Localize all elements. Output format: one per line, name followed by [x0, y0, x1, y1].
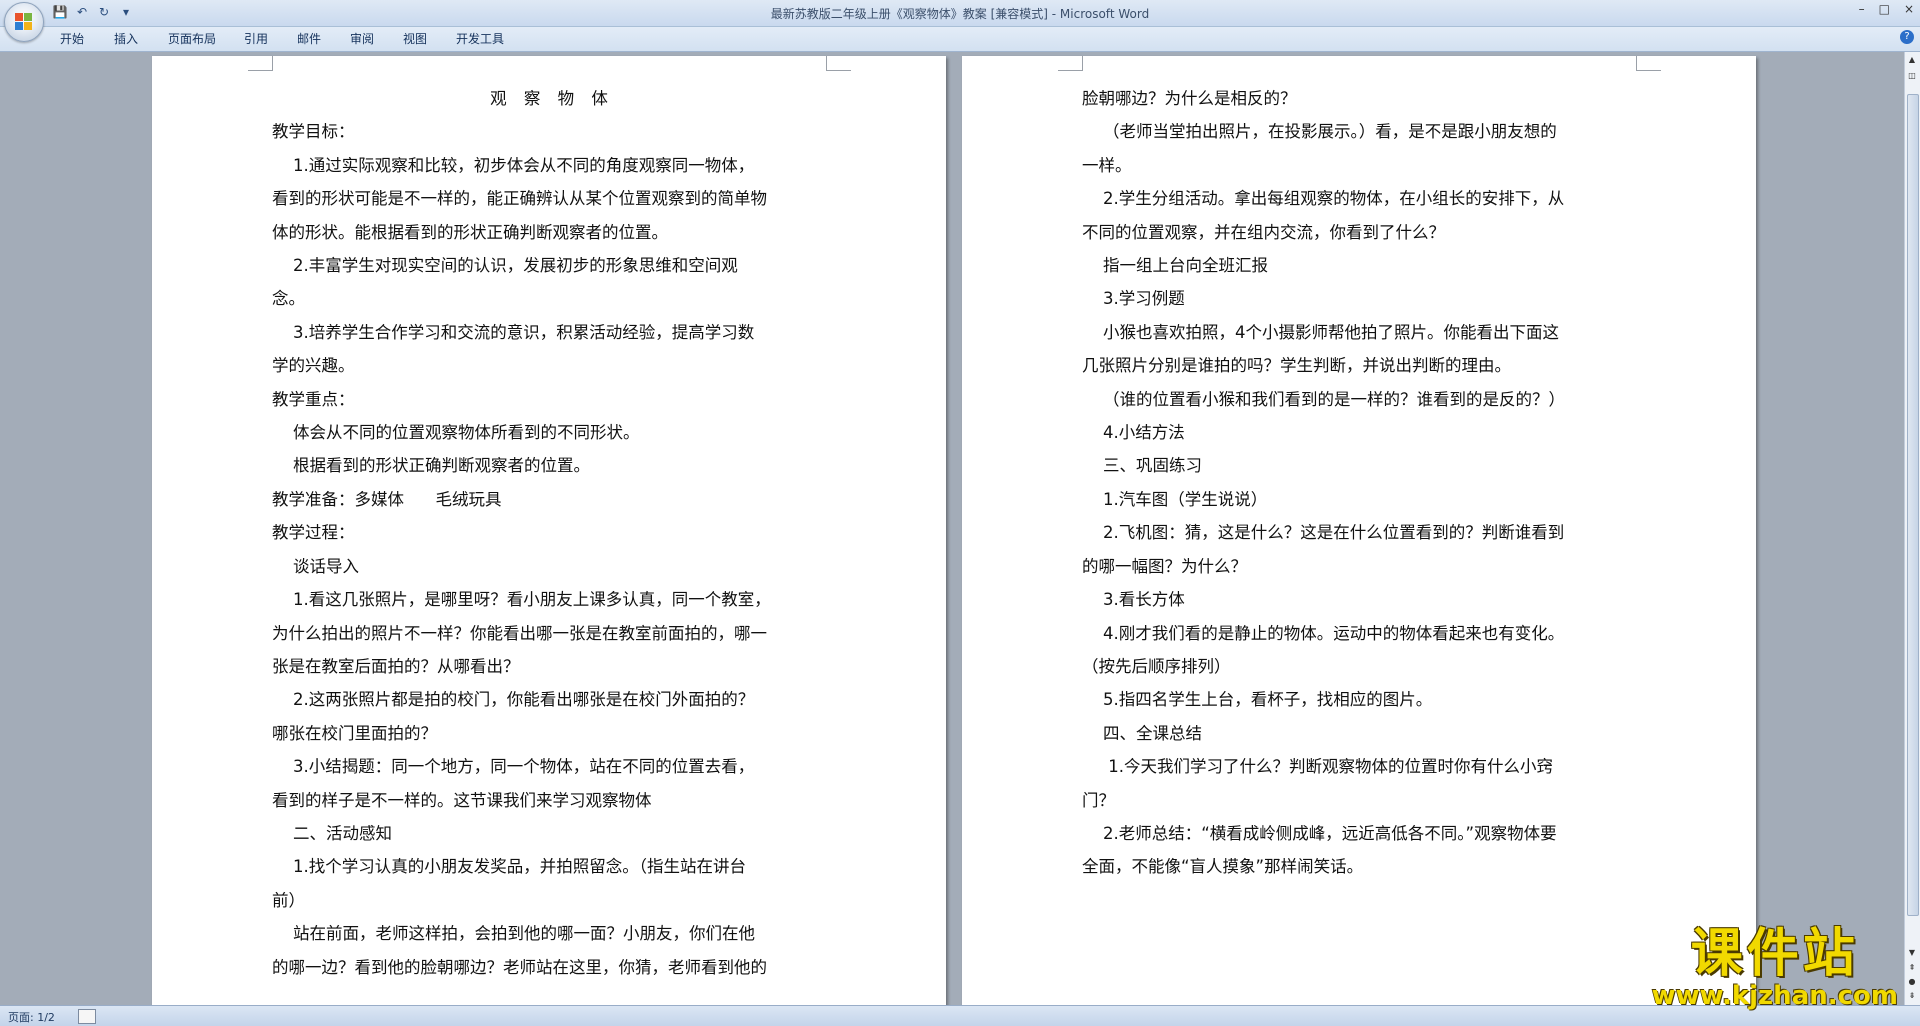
document-title[interactable]: 观 察 物 体 — [272, 82, 832, 115]
paragraph-line[interactable]: 的哪一边？看到他的脸朝哪边？老师站在这里，你猜，老师看到他的 — [272, 951, 832, 984]
close-button[interactable]: × — [1904, 2, 1914, 16]
paragraph-line[interactable]: 教学过程： — [272, 516, 832, 549]
paragraph-line[interactable]: 哪张在校门里面拍的？ — [272, 717, 832, 750]
paragraph-line[interactable]: 站在前面，老师这样拍，会拍到他的哪一面？小朋友，你们在他 — [272, 917, 832, 950]
page-2-text[interactable]: 脸朝哪边？为什么是相反的？ （老师当堂拍出照片，在投影展示。）看，是不是跟小朋友… — [1082, 82, 1642, 951]
site-watermark: 课件站 www.kjzhan.com — [1652, 925, 1898, 1009]
office-logo-icon — [15, 13, 33, 31]
paragraph-line[interactable]: 1.今天我们学习了什么？判断观察物体的位置时你有什么小窍 — [1082, 750, 1642, 783]
paragraph-line[interactable]: 四、全课总结 — [1082, 717, 1642, 750]
paragraph-line[interactable]: 1.找个学习认真的小朋友发奖品，并拍照留念。（指生站在讲台 — [272, 850, 832, 883]
paragraph-line[interactable]: 根据看到的形状正确判断观察者的位置。 — [272, 449, 832, 482]
paragraph-line[interactable]: 前） — [272, 884, 832, 917]
paragraph-line[interactable]: （老师当堂拍出照片，在投影展示。）看，是不是跟小朋友想的 — [1082, 115, 1642, 148]
paragraph-line[interactable]: 学的兴趣。 — [272, 349, 832, 382]
paragraph-line[interactable]: 教学重点： — [272, 383, 832, 416]
window-title: 最新苏教版二年级上册《观察物体》教案 [兼容模式] - Microsoft Wo… — [770, 7, 1150, 21]
previous-page-icon[interactable]: ⇞ — [1907, 962, 1917, 974]
title-bar: 💾 ↶ ↻ ▾ 最新苏教版二年级上册《观察物体》教案 [兼容模式] - Micr… — [0, 0, 1920, 27]
paragraph-line[interactable]: 张是在教室后面拍的？从哪看出？ — [272, 650, 832, 683]
scroll-thumb[interactable] — [1907, 94, 1919, 916]
crop-mark — [248, 56, 273, 71]
tab-view[interactable]: 视图 — [403, 30, 427, 47]
document-workspace: 观 察 物 体教学目标： 1.通过实际观察和比较，初步体会从不同的角度观察同一物… — [0, 52, 1905, 1005]
paragraph-line[interactable]: 的哪一幅图？为什么？ — [1082, 550, 1642, 583]
paragraph-line[interactable]: 教学目标： — [272, 115, 832, 148]
paragraph-line[interactable]: 1.通过实际观察和比较，初步体会从不同的角度观察同一物体， — [272, 149, 832, 182]
scroll-down-icon[interactable]: ▼ — [1907, 947, 1917, 959]
page-indicator[interactable]: 页面: 1/2 — [8, 1009, 55, 1025]
page-1-text[interactable]: 观 察 物 体教学目标： 1.通过实际观察和比较，初步体会从不同的角度观察同一物… — [272, 82, 832, 984]
paragraph-line[interactable]: 一样。 — [1082, 149, 1642, 182]
maximize-button[interactable]: □ — [1879, 2, 1890, 16]
watermark-url: www.kjzhan.com — [1651, 981, 1898, 1011]
minimize-button[interactable]: – — [1859, 2, 1865, 16]
paragraph-line[interactable]: 教学准备：多媒体 毛绒玩具 — [272, 483, 832, 516]
crop-mark — [1058, 56, 1083, 71]
paragraph-line[interactable]: 1.看这几张照片，是哪里呀？看小朋友上课多认真，同一个教室， — [272, 583, 832, 616]
document-page-2[interactable]: 脸朝哪边？为什么是相反的？ （老师当堂拍出照片，在投影展示。）看，是不是跟小朋友… — [962, 56, 1756, 1005]
paragraph-line[interactable]: 2.这两张照片都是拍的校门，你能看出哪张是在校门外面拍的？ — [272, 683, 832, 716]
paragraph-line[interactable]: 脸朝哪边？为什么是相反的？ — [1082, 82, 1642, 115]
paragraph-line[interactable]: 指一组上台向全班汇报 — [1082, 249, 1642, 282]
paragraph-line[interactable]: 谈话导入 — [272, 550, 832, 583]
paragraph-line[interactable]: 二、活动感知 — [272, 817, 832, 850]
paragraph-line[interactable]: 全面，不能像“盲人摸象”那样闹笑话。 — [1082, 850, 1642, 883]
crop-mark — [1636, 56, 1661, 71]
paragraph-line[interactable]: 2.丰富学生对现实空间的认识，发展初步的形象思维和空间观 — [272, 249, 832, 282]
ribbon-tab-bar: 开始 插入 页面布局 引用 邮件 审阅 视图 开发工具 ? — [0, 27, 1920, 52]
paragraph-line[interactable] — [1082, 917, 1642, 950]
paragraph-line[interactable]: 体的形状。能根据看到的形状正确判断观察者的位置。 — [272, 216, 832, 249]
office-button[interactable] — [4, 2, 44, 42]
tab-insert[interactable]: 插入 — [114, 30, 138, 47]
tab-review[interactable]: 审阅 — [350, 30, 374, 47]
paragraph-line[interactable]: （谁的位置看小猴和我们看到的是一样的？谁看到的是反的？） — [1082, 383, 1642, 416]
scroll-up-icon[interactable]: ▲ — [1907, 54, 1917, 66]
document-page-1[interactable]: 观 察 物 体教学目标： 1.通过实际观察和比较，初步体会从不同的角度观察同一物… — [152, 56, 946, 1005]
paragraph-line[interactable]: 看到的样子是不一样的。这节课我们来学习观察物体 — [272, 784, 832, 817]
paragraph-line[interactable]: 3.培养学生合作学习和交流的意识，积累活动经验，提高学习数 — [272, 316, 832, 349]
paragraph-line[interactable]: 2.学生分组活动。拿出每组观察的物体，在小组长的安排下，从 — [1082, 182, 1642, 215]
paragraph-line[interactable]: 5.指四名学生上台，看杯子，找相应的图片。 — [1082, 683, 1642, 716]
paragraph-line[interactable]: （按先后顺序排列） — [1082, 650, 1642, 683]
paragraph-line[interactable]: 体会从不同的位置观察物体所看到的不同形状。 — [272, 416, 832, 449]
paragraph-line[interactable]: 为什么拍出的照片不一样？你能看出哪一张是在教室前面拍的，哪一 — [272, 617, 832, 650]
paragraph-line[interactable]: 几张照片分别是谁拍的吗？学生判断，并说出判断的理由。 — [1082, 349, 1642, 382]
paragraph-line[interactable]: 小猴也喜欢拍照，4个小摄影师帮他拍了照片。你能看出下面这 — [1082, 316, 1642, 349]
browse-object-icon[interactable]: ● — [1907, 976, 1917, 988]
paragraph-line[interactable]: 4.刚才我们看的是静止的物体。运动中的物体看起来也有变化。 — [1082, 617, 1642, 650]
paragraph-line[interactable]: 3.学习例题 — [1082, 282, 1642, 315]
vertical-scrollbar[interactable]: ▲ ◫ ▼ ⇞ ● ⇟ — [1904, 52, 1920, 1005]
tab-developer[interactable]: 开发工具 — [456, 30, 504, 47]
paragraph-line[interactable]: 三、巩固练习 — [1082, 449, 1642, 482]
paragraph-line[interactable]: 2.老师总结：“横看成岭侧成峰，远近高低各不同。”观察物体要 — [1082, 817, 1642, 850]
paragraph-line[interactable]: 门？ — [1082, 784, 1642, 817]
tab-page-layout[interactable]: 页面布局 — [168, 30, 216, 47]
paragraph-line[interactable] — [1082, 884, 1642, 917]
window-controls: – □ × — [1859, 2, 1914, 16]
paragraph-line[interactable]: 看到的形状可能是不一样的，能正确辨认从某个位置观察到的简单物 — [272, 182, 832, 215]
paragraph-line[interactable]: 3.小结揭题：同一个地方，同一个物体，站在不同的位置去看， — [272, 750, 832, 783]
paragraph-line[interactable]: 1.汽车图（学生说说） — [1082, 483, 1642, 516]
paragraph-line[interactable]: 不同的位置观察，并在组内交流，你看到了什么？ — [1082, 216, 1642, 249]
proofing-icon[interactable] — [78, 1009, 96, 1024]
tab-mailings[interactable]: 邮件 — [297, 30, 321, 47]
tab-references[interactable]: 引用 — [244, 30, 268, 47]
tab-home[interactable]: 开始 — [60, 30, 84, 47]
crop-mark — [826, 56, 851, 71]
help-icon[interactable]: ? — [1900, 30, 1914, 44]
status-bar: 页面: 1/2 — [0, 1005, 1920, 1026]
paragraph-line[interactable]: 2.飞机图：猜，这是什么？这是在什么位置看到的？判断谁看到 — [1082, 516, 1642, 549]
paragraph-line[interactable]: 念。 — [272, 282, 832, 315]
ruler-toggle-icon[interactable]: ◫ — [1907, 70, 1917, 82]
paragraph-line[interactable]: 4.小结方法 — [1082, 416, 1642, 449]
watermark-title: 课件站 — [1690, 924, 1859, 984]
next-page-icon[interactable]: ⇟ — [1907, 990, 1917, 1002]
paragraph-line[interactable]: 3.看长方体 — [1082, 583, 1642, 616]
